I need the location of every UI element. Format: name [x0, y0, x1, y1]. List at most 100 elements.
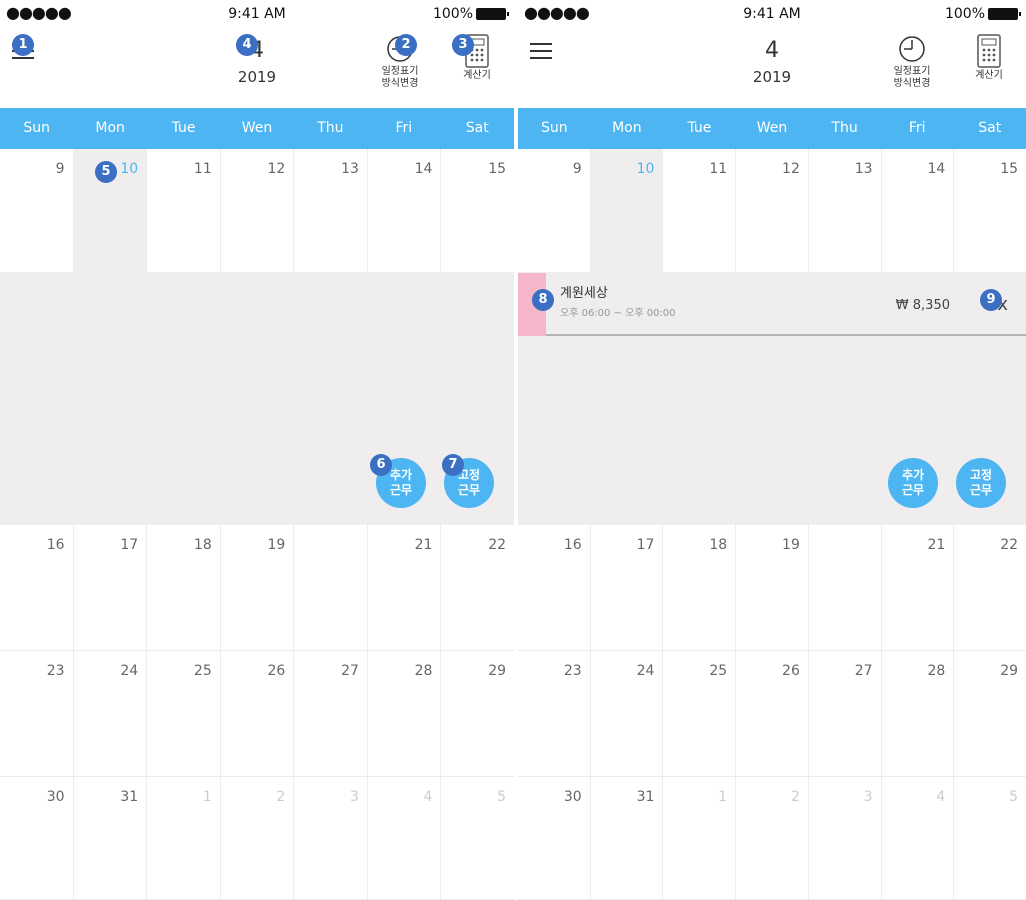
weekday-fri: Fri: [395, 120, 413, 136]
battery-percent: 100%: [432, 6, 473, 22]
day-cell[interactable]: 26: [736, 651, 809, 777]
day-cell[interactable]: 13: [808, 149, 882, 273]
day-cell[interactable]: 29: [954, 651, 1026, 777]
day-number: 13: [854, 161, 873, 177]
weekday-sat: Sat: [978, 120, 1002, 136]
day-cell[interactable]: 15: [441, 149, 514, 273]
day-cell-next-month[interactable]: 2: [736, 777, 809, 900]
day-cell-next-month[interactable]: 5: [441, 777, 514, 900]
day-cell[interactable]: 14: [367, 149, 442, 273]
day-cell-next-month[interactable]: 2: [220, 777, 295, 900]
day-cell[interactable]: 28: [881, 651, 955, 777]
calculator-label: 계산기: [975, 70, 1003, 81]
day-number: 28: [414, 663, 433, 679]
day-cell[interactable]: 17: [590, 525, 664, 651]
day-cell-selected[interactable]: 10: [590, 149, 664, 273]
day-cell[interactable]: 17: [73, 525, 148, 651]
day-cell[interactable]: 29: [441, 651, 514, 777]
add-shift-button[interactable]: 추가 근무: [888, 458, 938, 508]
shift-time: 오후 06:00 ~ 오후 00:00: [560, 308, 676, 319]
day-cell-next-month[interactable]: 5: [954, 777, 1026, 900]
day-cell[interactable]: 21: [367, 525, 442, 651]
day-cell[interactable]: 19: [736, 525, 809, 651]
day-cell[interactable]: 14: [881, 149, 955, 273]
day-cell[interactable]: 30: [0, 777, 74, 900]
day-cell[interactable]: 31: [590, 777, 664, 900]
weekday-header: Sun Mon Tue Wen Thu Fri Sat: [0, 108, 514, 149]
weekday-mon: Mon: [612, 120, 642, 136]
day-cell[interactable]: 27: [294, 651, 368, 777]
day-cell[interactable]: 12: [736, 149, 809, 273]
day-cell[interactable]: [808, 525, 882, 651]
day-cell[interactable]: 16: [0, 525, 74, 651]
day-number: 29: [1000, 663, 1019, 679]
day-cell-next-month[interactable]: 3: [294, 777, 368, 900]
week-row: 9 10 11 12 13 14 15: [0, 149, 514, 273]
day-number: 5: [497, 789, 507, 805]
shift-pay: ₩ 8,350: [895, 298, 950, 313]
weekday-sat: Sat: [465, 120, 489, 136]
day-cell[interactable]: 22: [954, 525, 1026, 651]
view-toggle-button[interactable]: 일정표기 방식변경: [884, 34, 940, 90]
day-cell[interactable]: 26: [220, 651, 295, 777]
day-cell[interactable]: 19: [220, 525, 295, 651]
day-number: 1: [718, 789, 728, 805]
weekday-wed: Wen: [756, 120, 788, 136]
day-cell-next-month[interactable]: 3: [808, 777, 882, 900]
day-cell[interactable]: 18: [663, 525, 737, 651]
day-detail-panel: 계원세상 오후 06:00 ~ 오후 00:00 ₩ 8,350 x 추가 근무…: [518, 273, 1026, 525]
day-cell[interactable]: 21: [881, 525, 955, 651]
annotation-marker: 1: [12, 34, 34, 56]
shift-item[interactable]: 계원세상 오후 06:00 ~ 오후 00:00 ₩ 8,350 x: [518, 273, 1026, 336]
day-number: 16: [563, 537, 582, 553]
day-cell-next-month[interactable]: 1: [663, 777, 737, 900]
day-number: 11: [709, 161, 728, 177]
fixed-shift-button[interactable]: 고정 근무: [956, 458, 1006, 508]
calendar-screen-with-shift: ●●●●● 9:41 AM 100% 4 2019 일정표기 방식변경 계산기 …: [518, 0, 1026, 900]
day-number: 26: [782, 663, 800, 679]
battery-indicator: 100%: [432, 6, 509, 22]
day-cell[interactable]: 24: [590, 651, 664, 777]
day-cell[interactable]: 16: [518, 525, 591, 651]
annotation-marker: 3: [452, 34, 474, 56]
day-cell[interactable]: 23: [0, 651, 74, 777]
day-number: 4: [423, 789, 433, 805]
annotation-marker: 8: [532, 289, 554, 311]
day-cell[interactable]: 24: [73, 651, 148, 777]
day-cell[interactable]: 25: [663, 651, 737, 777]
day-cell[interactable]: 30: [518, 777, 591, 900]
day-cell[interactable]: 18: [147, 525, 221, 651]
day-cell[interactable]: 11: [663, 149, 737, 273]
shift-workplace: 계원세상: [560, 286, 608, 301]
day-cell[interactable]: 31: [73, 777, 148, 900]
day-cell[interactable]: 11: [147, 149, 221, 273]
day-number: 13: [341, 161, 359, 177]
day-number: 1: [202, 789, 212, 805]
day-number: 27: [341, 663, 359, 679]
day-cell[interactable]: 23: [518, 651, 591, 777]
day-cell[interactable]: 9: [0, 149, 74, 273]
day-number: 2: [790, 789, 800, 805]
calculator-button[interactable]: 계산기: [966, 34, 1012, 82]
day-cell[interactable]: [294, 525, 368, 651]
battery-percent: 100%: [944, 6, 985, 22]
calculator-icon: [977, 34, 1001, 68]
day-cell[interactable]: 25: [147, 651, 221, 777]
day-cell[interactable]: 9: [518, 149, 591, 273]
day-number: 16: [46, 537, 65, 553]
day-cell-next-month[interactable]: 1: [147, 777, 221, 900]
day-cell[interactable]: 15: [954, 149, 1026, 273]
day-cell[interactable]: 22: [441, 525, 514, 651]
day-cell[interactable]: 12: [220, 149, 295, 273]
day-number: 24: [120, 663, 139, 679]
day-number: 19: [267, 537, 286, 553]
status-bar: ●●●●● 9:41 AM 100%: [518, 0, 1026, 30]
day-cell[interactable]: 28: [367, 651, 442, 777]
weekday-tue: Tue: [171, 120, 196, 136]
day-cell-next-month[interactable]: 4: [881, 777, 955, 900]
day-cell[interactable]: 13: [294, 149, 368, 273]
weekday-wed: Wen: [241, 120, 273, 136]
day-cell-next-month[interactable]: 4: [367, 777, 442, 900]
day-cell[interactable]: 27: [808, 651, 882, 777]
day-number: 4: [936, 789, 946, 805]
